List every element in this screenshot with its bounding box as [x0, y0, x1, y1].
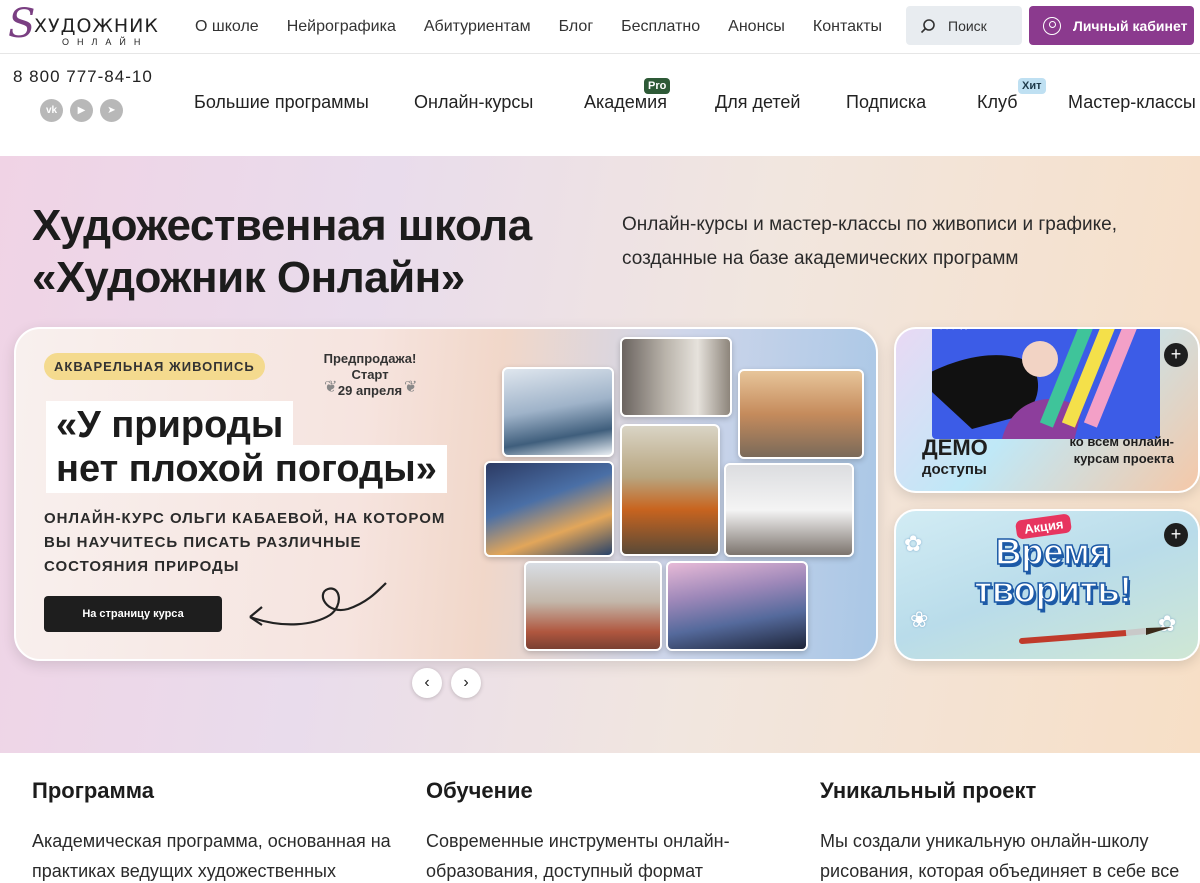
- hero-title: Художественная школа «Художник Онлайн»: [32, 200, 532, 304]
- course-tag: АКВАРЕЛЬНАЯ ЖИВОПИСЬ: [44, 353, 265, 380]
- slider-next-button[interactable]: ›: [451, 668, 481, 698]
- hand-drawn-arrow-icon: [249, 582, 387, 626]
- painting-castle: [524, 561, 662, 651]
- top-nav-contacts[interactable]: Контакты: [813, 18, 882, 36]
- top-bar: S ХУДОЖНИК ОНЛАЙН О школе Нейрографика А…: [0, 0, 1200, 54]
- feature-unique: Уникальный проект Мы создали уникальную …: [820, 778, 1180, 883]
- plus-icon[interactable]: +: [1164, 523, 1188, 547]
- demo-label-small: доступы: [922, 461, 987, 478]
- feature-title: Программа: [32, 778, 155, 803]
- main-nav-club[interactable]: Клуб: [977, 92, 1018, 113]
- hero-section: Художественная школа «Художник Онлайн» О…: [0, 156, 1200, 753]
- search-label: Поиск: [948, 17, 987, 34]
- promo-title: Время творить!: [974, 531, 1133, 610]
- feature-text: Академическая программа, основанная на п…: [32, 831, 391, 881]
- top-nav-blog[interactable]: Блог: [559, 18, 594, 36]
- hero-subtitle: Онлайн-курсы и мастер-классы по живописи…: [622, 214, 1118, 269]
- cabinet-button[interactable]: Личный кабинет: [1029, 6, 1194, 45]
- hero-title-line2: «Художник Онлайн»: [32, 253, 465, 302]
- chevron-left-icon: ‹: [424, 674, 430, 691]
- logo-mark: S: [8, 1, 36, 47]
- top-nav-about[interactable]: О школе: [195, 18, 259, 36]
- feature-learning: Обучение Современные инструменты онлайн-…: [426, 778, 786, 883]
- laurel-right-icon: ❦: [404, 379, 418, 396]
- top-nav-neurographics[interactable]: Нейрографика: [287, 18, 396, 36]
- painting-smoky-city: [620, 424, 720, 556]
- main-nav-academy[interactable]: Академия: [584, 92, 667, 113]
- logo-sub: ОНЛАЙН: [62, 37, 149, 47]
- demo-description: ко всем онлайн-курсам проекта: [1069, 434, 1174, 466]
- top-nav-announcements[interactable]: Анонсы: [728, 18, 785, 36]
- hero-title-line1: Художественная школа: [32, 201, 532, 250]
- top-nav: О школе Нейрографика Абитуриентам Блог Б…: [181, 0, 896, 54]
- demo-card[interactable]: ○○○ ‹ › ДЕМО доступы ко всем онлайн-курс…: [894, 327, 1200, 493]
- hit-badge: Хит: [1018, 78, 1046, 94]
- feature-title: Уникальный проект: [820, 778, 1037, 803]
- demo-label: ДЕМО доступы: [922, 437, 988, 481]
- course-title-line1: «У природы: [46, 401, 294, 449]
- user-icon: [1043, 16, 1061, 35]
- presale-label: Предпродажа!: [323, 351, 417, 366]
- painting-lightning: [666, 561, 808, 651]
- girl-with-pencils-icon: [932, 329, 1139, 439]
- course-description: ОНЛАЙН-КУРС ОЛЬГИ КАБАЕВОЙ, НА КОТОРОМ В…: [44, 510, 446, 575]
- painting-town-square: [738, 369, 864, 459]
- laurel-left-icon: ❦: [324, 379, 338, 396]
- painting-waves: [502, 367, 614, 457]
- course-page-button[interactable]: На страницу курса: [44, 596, 222, 632]
- main-nav-subscription[interactable]: Подписка: [846, 92, 926, 113]
- painting-arcade: [620, 337, 732, 417]
- plus-icon[interactable]: +: [1164, 343, 1188, 367]
- search-icon: [920, 18, 935, 33]
- chevron-right-icon: ›: [463, 674, 469, 691]
- slider-prev-button[interactable]: ‹: [412, 668, 442, 698]
- top-nav-free[interactable]: Бесплатно: [621, 18, 700, 36]
- feature-program: Программа Академическая программа, основ…: [32, 778, 392, 883]
- course-slide[interactable]: АКВАРЕЛЬНАЯ ЖИВОПИСЬ Предпродажа! Старт …: [14, 327, 878, 661]
- phone-number[interactable]: 8 800 777-84-10: [13, 67, 153, 87]
- top-nav-applicants[interactable]: Абитуриентам: [424, 18, 531, 36]
- main-nav-masterclasses[interactable]: Мастер-классы: [1068, 92, 1196, 113]
- main-nav-kids[interactable]: Для детей: [715, 92, 800, 113]
- flower-icon: ✿: [904, 531, 923, 556]
- painting-snowy-park: [724, 463, 854, 557]
- main-nav-programs[interactable]: Большие программы: [194, 92, 369, 113]
- demo-label-big: ДЕМО: [922, 435, 988, 460]
- flower-icon: ❀: [910, 607, 929, 632]
- pro-badge: Pro: [644, 78, 671, 94]
- logo[interactable]: S ХУДОЖНИК ОНЛАЙН: [8, 4, 158, 48]
- cabinet-label: Личный кабинет: [1073, 17, 1188, 34]
- paintbrush-icon: [1019, 627, 1172, 644]
- promo-card[interactable]: ✿ ❀ ✿ Акция Время творить! +: [894, 509, 1200, 661]
- search-button[interactable]: Поиск: [906, 6, 1022, 45]
- demo-illustration: ○○○ ‹ ›: [932, 329, 1160, 439]
- feature-text: Мы создали уникальную онлайн-школу рисов…: [820, 831, 1180, 881]
- logo-word: ХУДОЖНИК: [34, 15, 159, 37]
- course-title-line2: нет плохой погоды»: [46, 445, 447, 493]
- feature-text: Современные инструменты онлайн-образован…: [426, 831, 730, 881]
- main-nav-courses[interactable]: Онлайн-курсы: [414, 92, 533, 113]
- painting-rainy-street: [484, 461, 614, 557]
- feature-title: Обучение: [426, 778, 533, 803]
